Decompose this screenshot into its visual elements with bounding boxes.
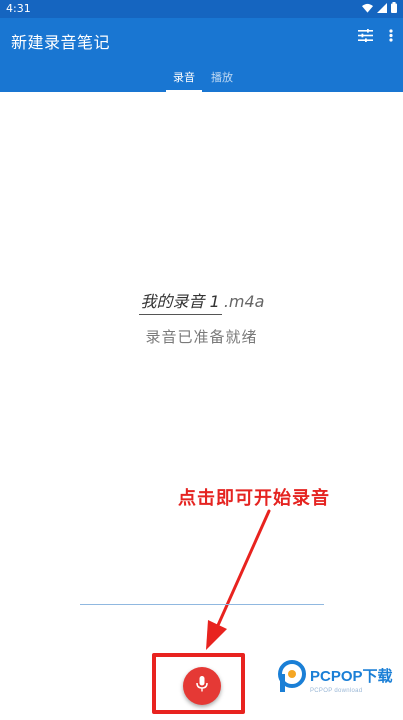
battery-icon [391,2,397,16]
watermark-sub: PCPOP download [310,688,363,694]
filename-extension: .m4a [223,292,265,311]
more-vert-icon[interactable] [389,29,393,42]
mic-icon [196,676,208,696]
filename-row: 我的录音 1 .m4a [0,288,403,315]
watermark-brand: PCPOP下载 [310,668,393,685]
app-bar-actions [358,29,393,42]
page-title: 新建录音笔记 [11,33,111,52]
pcpop-logo-icon [278,660,306,692]
record-button[interactable] [183,667,221,705]
wifi-icon [362,3,373,16]
recording-status: 录音已准备就绪 [145,328,258,346]
tab-indicator [166,90,202,92]
status-bar: 4:31 [0,0,403,18]
tab-bar: 录音 播放 [0,66,403,92]
watermark: PCPOP下载 PCPOP download [278,654,403,716]
tab-record-label: 录音 [173,71,195,84]
app-bar: 新建录音笔记 录音 播放 [0,18,403,92]
signal-icon [377,2,387,16]
status-icons [362,2,397,16]
tune-icon[interactable] [358,29,373,42]
annotation-arrow-icon [206,509,271,650]
tab-play-label: 播放 [211,71,233,84]
tab-play[interactable]: 播放 [206,68,238,92]
annotation-text: 点击即可开始录音 [178,488,330,509]
filename-field[interactable]: 我的录音 1 [138,288,222,315]
waveform-baseline [80,604,324,605]
status-time: 4:31 [6,2,31,15]
tab-record[interactable]: 录音 [166,68,202,92]
